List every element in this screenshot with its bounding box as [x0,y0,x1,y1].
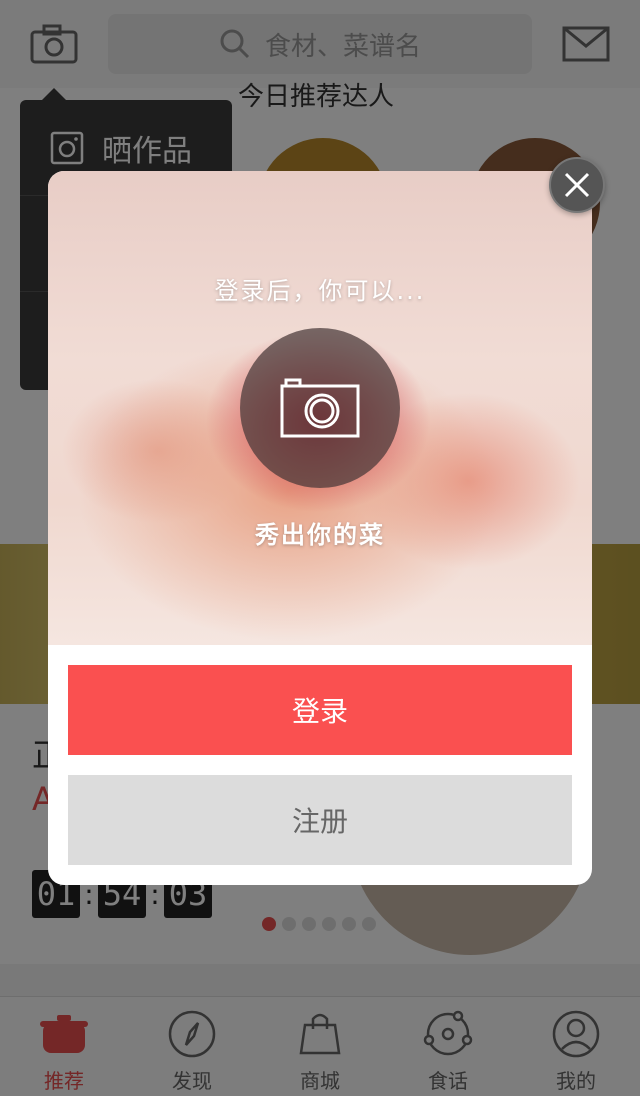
login-button[interactable]: 登录 [68,665,572,755]
close-icon [564,172,590,198]
modal-hero-image: 登录后，你可以... 秀出你的菜 [48,171,592,645]
register-button[interactable]: 注册 [68,775,572,865]
hero-feature-text: 秀出你的菜 [255,521,385,549]
login-modal: 登录后，你可以... 秀出你的菜 登录 注册 [48,171,592,885]
hero-intro-text: 登录后，你可以... [214,277,426,305]
camera-badge [240,328,400,488]
close-modal-button[interactable] [549,157,605,213]
camera-icon [280,378,360,438]
